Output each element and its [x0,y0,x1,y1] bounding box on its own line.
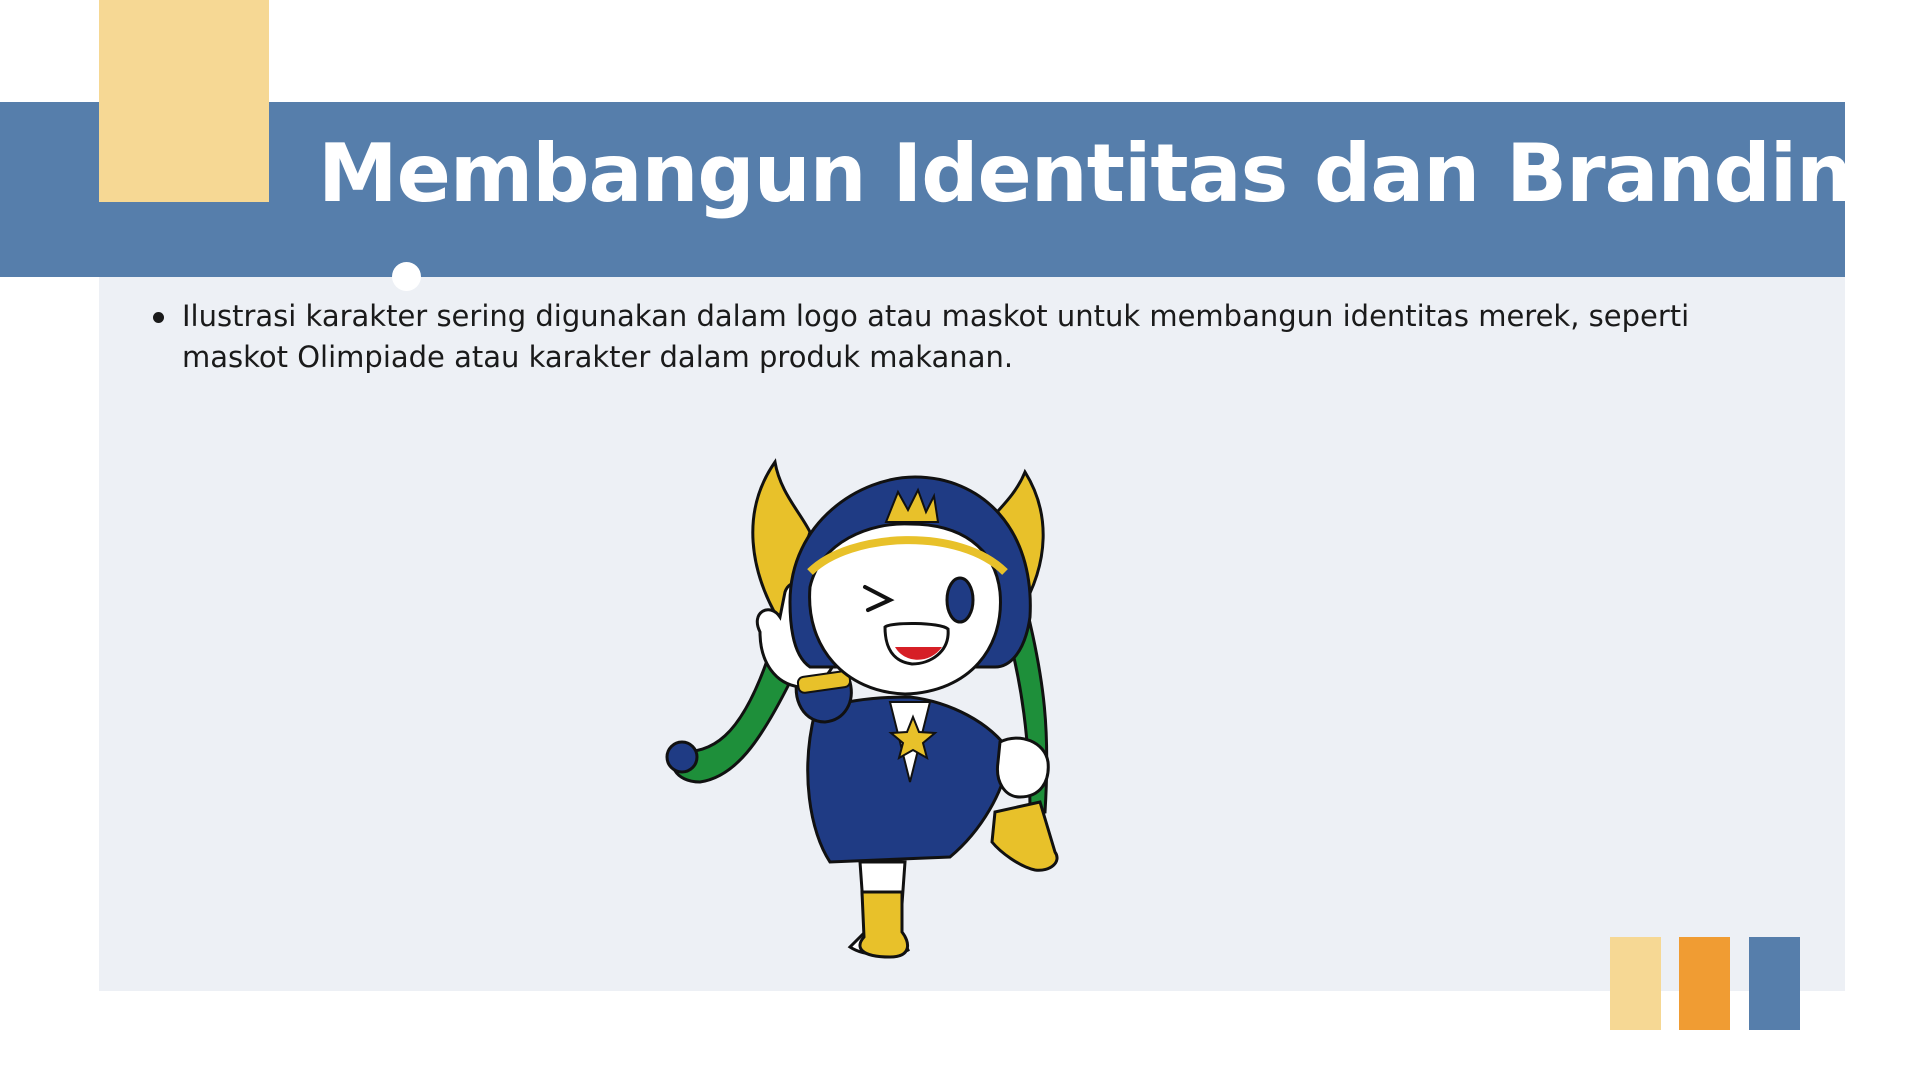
color-swatch-yellow [1610,937,1661,1030]
mascot-hand-right [995,736,1050,799]
slide: Membangun Identitas dan Branding Ilustra… [0,0,1920,1080]
mascot-boot-left [858,890,910,959]
accent-block-yellow [99,0,269,202]
bullet-item: Ilustrasi karakter sering digunakan dala… [150,296,1790,378]
bullet-list: Ilustrasi karakter sering digunakan dala… [150,296,1790,378]
mascot-eye-open [945,576,975,624]
accent-dot [392,262,421,291]
mascot-ribbon-end [665,740,699,774]
color-swatch-blue [1749,937,1800,1030]
color-swatch-orange [1679,937,1730,1030]
mascot-illustration-icon [665,458,1059,959]
bullet-marker-icon [153,312,164,323]
slide-title: Membangun Identitas dan Branding [318,127,1909,220]
bullet-text: Ilustrasi karakter sering digunakan dala… [182,299,1690,374]
mascot-boot-right [990,800,1059,872]
